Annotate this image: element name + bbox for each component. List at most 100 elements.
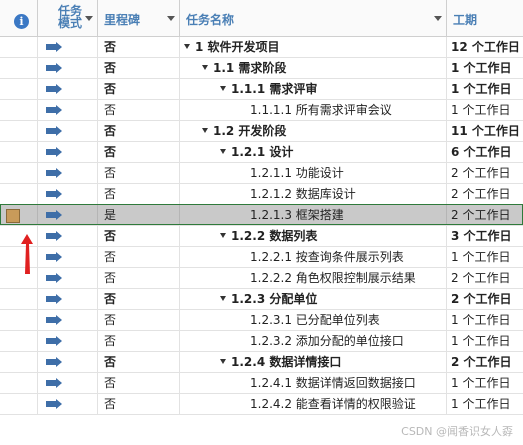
indicator-cell[interactable] xyxy=(0,373,38,393)
milestone-cell[interactable]: 否 xyxy=(98,100,180,120)
task-mode-cell[interactable] xyxy=(38,184,98,204)
milestone-cell[interactable]: 否 xyxy=(98,352,180,372)
duration-cell[interactable]: 1 个工作日 xyxy=(447,79,523,99)
task-mode-cell[interactable] xyxy=(38,289,98,309)
task-mode-cell[interactable] xyxy=(38,37,98,57)
collapse-triangle-icon[interactable] xyxy=(220,359,226,364)
collapse-triangle-icon[interactable] xyxy=(184,44,190,49)
indicator-cell[interactable] xyxy=(0,100,38,120)
duration-cell[interactable]: 3 个工作日 xyxy=(447,226,523,246)
indicator-cell[interactable] xyxy=(0,310,38,330)
collapse-triangle-icon[interactable] xyxy=(220,233,226,238)
table-row[interactable]: 否 1.2.3 分配单位 2 个工作日 xyxy=(0,289,523,310)
duration-cell[interactable]: 1 个工作日 xyxy=(447,394,523,414)
table-row[interactable]: 否 1.2.4 数据详情接口 2 个工作日 xyxy=(0,352,523,373)
table-row[interactable]: 否 1.2.2.1 按查询条件展示列表 1 个工作日 xyxy=(0,247,523,268)
duration-cell[interactable]: 1 个工作日 xyxy=(447,58,523,78)
task-mode-cell[interactable] xyxy=(38,79,98,99)
duration-cell[interactable]: 2 个工作日 xyxy=(447,289,523,309)
task-name-cell[interactable]: 1.1.1 需求评审 xyxy=(180,79,447,99)
task-name-cell[interactable]: 1.2 开发阶段 xyxy=(180,121,447,141)
duration-cell[interactable]: 6 个工作日 xyxy=(447,142,523,162)
collapse-triangle-icon[interactable] xyxy=(202,65,208,70)
chevron-down-icon[interactable] xyxy=(167,16,175,21)
milestone-cell[interactable]: 否 xyxy=(98,79,180,99)
task-mode-cell[interactable] xyxy=(38,310,98,330)
task-mode-cell[interactable] xyxy=(38,163,98,183)
task-name-cell[interactable]: 1.1 需求阶段 xyxy=(180,58,447,78)
indicator-cell[interactable] xyxy=(0,58,38,78)
indicator-cell[interactable] xyxy=(0,352,38,372)
table-row[interactable]: 否 1.2.4.2 能查看详情的权限验证 1 个工作日 xyxy=(0,394,523,415)
indicator-cell[interactable] xyxy=(0,289,38,309)
table-row[interactable]: 否 1.2.4.1 数据详情返回数据接口 1 个工作日 xyxy=(0,373,523,394)
task-mode-cell[interactable] xyxy=(38,394,98,414)
duration-cell[interactable]: 12 个工作日 xyxy=(447,37,523,57)
table-row[interactable]: 否 1.2.2 数据列表 3 个工作日 xyxy=(0,226,523,247)
milestone-cell[interactable]: 否 xyxy=(98,37,180,57)
duration-cell[interactable]: 2 个工作日 xyxy=(447,184,523,204)
milestone-cell[interactable]: 否 xyxy=(98,247,180,267)
task-name-cell[interactable]: 1.2.3.2 添加分配的单位接口 xyxy=(180,331,447,351)
table-row[interactable]: 否 1.1 需求阶段 1 个工作日 xyxy=(0,58,523,79)
milestone-cell[interactable]: 否 xyxy=(98,268,180,288)
indicators-column-header[interactable]: i xyxy=(0,0,38,36)
task-mode-cell[interactable] xyxy=(38,100,98,120)
table-row[interactable]: 否 1.2.1.2 数据库设计 2 个工作日 xyxy=(0,184,523,205)
indicator-cell[interactable] xyxy=(0,184,38,204)
indicator-cell[interactable] xyxy=(0,142,38,162)
table-row[interactable]: 否 1.2.1 设计 6 个工作日 xyxy=(0,142,523,163)
task-name-cell[interactable]: 1 软件开发项目 xyxy=(180,37,447,57)
task-name-cell[interactable]: 1.2.1.1 功能设计 xyxy=(180,163,447,183)
collapse-triangle-icon[interactable] xyxy=(220,86,226,91)
task-name-cell[interactable]: 1.2.4 数据详情接口 xyxy=(180,352,447,372)
table-row[interactable]: 否 1.1.1 需求评审 1 个工作日 xyxy=(0,79,523,100)
milestone-cell[interactable]: 否 xyxy=(98,163,180,183)
task-name-cell[interactable]: 1.2.1.2 数据库设计 xyxy=(180,184,447,204)
table-row[interactable]: 否 1.2.3.1 已分配单位列表 1 个工作日 xyxy=(0,310,523,331)
milestone-column-header[interactable]: 里程碑 xyxy=(98,0,180,36)
milestone-cell[interactable]: 否 xyxy=(98,394,180,414)
milestone-cell[interactable]: 否 xyxy=(98,184,180,204)
task-name-cell[interactable]: 1.2.2.1 按查询条件展示列表 xyxy=(180,247,447,267)
duration-cell[interactable]: 2 个工作日 xyxy=(447,268,523,288)
indicator-cell[interactable] xyxy=(0,121,38,141)
chevron-down-icon[interactable] xyxy=(85,16,93,21)
duration-cell[interactable]: 2 个工作日 xyxy=(447,352,523,372)
milestone-cell[interactable]: 否 xyxy=(98,331,180,351)
milestone-cell[interactable]: 否 xyxy=(98,58,180,78)
task-mode-cell[interactable] xyxy=(38,121,98,141)
table-row[interactable]: 否 1.2.2.2 角色权限控制展示结果 2 个工作日 xyxy=(0,268,523,289)
collapse-triangle-icon[interactable] xyxy=(220,296,226,301)
task-mode-cell[interactable] xyxy=(38,352,98,372)
collapse-triangle-icon[interactable] xyxy=(202,128,208,133)
task-name-cell[interactable]: 1.2.4.2 能查看详情的权限验证 xyxy=(180,394,447,414)
task-mode-cell[interactable] xyxy=(38,373,98,393)
milestone-cell[interactable]: 否 xyxy=(98,289,180,309)
task-mode-column-header[interactable]: 任务 模式 xyxy=(38,0,98,36)
task-name-cell[interactable]: 1.2.3 分配单位 xyxy=(180,289,447,309)
milestone-cell[interactable]: 否 xyxy=(98,226,180,246)
task-name-column-header[interactable]: 任务名称 xyxy=(180,0,447,36)
task-name-cell[interactable]: 1.1.1.1 所有需求评审会议 xyxy=(180,100,447,120)
indicator-cell[interactable] xyxy=(0,394,38,414)
task-name-cell[interactable]: 1.2.2 数据列表 xyxy=(180,226,447,246)
task-mode-cell[interactable] xyxy=(38,247,98,267)
task-mode-cell[interactable] xyxy=(38,226,98,246)
milestone-cell[interactable]: 否 xyxy=(98,121,180,141)
task-mode-cell[interactable] xyxy=(38,268,98,288)
indicator-cell[interactable] xyxy=(0,331,38,351)
table-row[interactable]: 否 1.1.1.1 所有需求评审会议 1 个工作日 xyxy=(0,100,523,121)
duration-cell[interactable]: 1 个工作日 xyxy=(447,310,523,330)
collapse-triangle-icon[interactable] xyxy=(220,149,226,154)
indicator-cell[interactable] xyxy=(0,163,38,183)
task-name-cell[interactable]: 1.2.4.1 数据详情返回数据接口 xyxy=(180,373,447,393)
chevron-down-icon[interactable] xyxy=(434,16,442,21)
milestone-cell[interactable]: 否 xyxy=(98,373,180,393)
duration-column-header[interactable]: 工期 xyxy=(447,0,523,36)
duration-cell[interactable]: 1 个工作日 xyxy=(447,247,523,267)
duration-cell[interactable]: 1 个工作日 xyxy=(447,331,523,351)
table-row[interactable]: 否 1.2.3.2 添加分配的单位接口 1 个工作日 xyxy=(0,331,523,352)
task-name-cell[interactable]: 1.2.1 设计 xyxy=(180,142,447,162)
duration-cell[interactable]: 1 个工作日 xyxy=(447,373,523,393)
